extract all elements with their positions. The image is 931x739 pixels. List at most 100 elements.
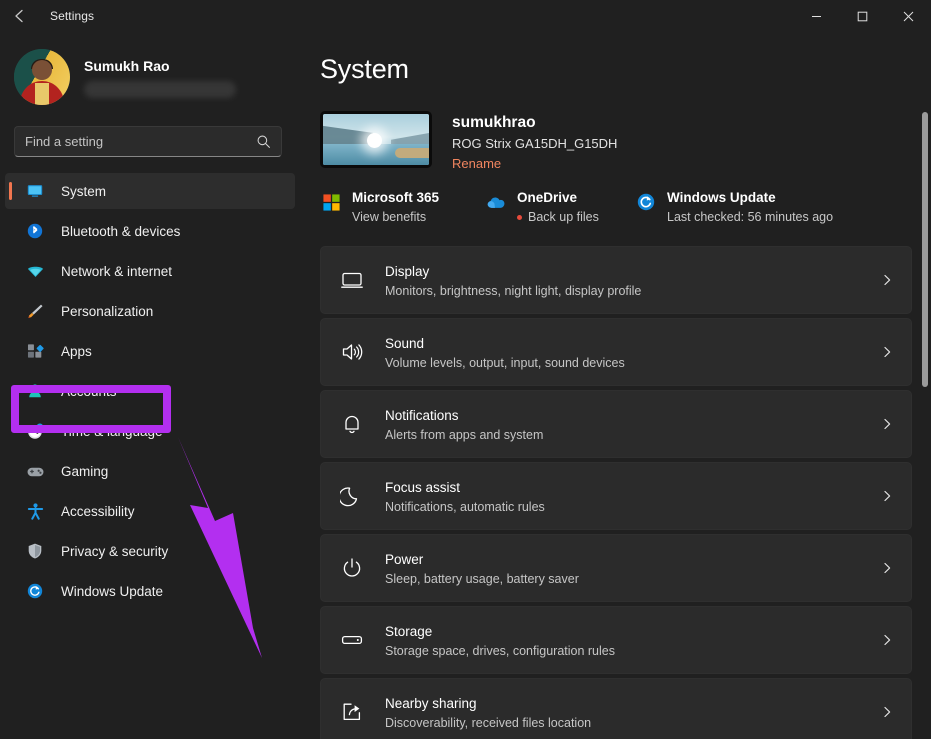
sidebar-item-accessibility[interactable]: Accessibility xyxy=(5,493,295,529)
sidebar-item-label: Bluetooth & devices xyxy=(61,224,180,239)
accessibility-icon xyxy=(25,501,45,521)
quick-link-title: OneDrive xyxy=(517,190,577,205)
settings-card-notifications[interactable]: Notifications Alerts from apps and syste… xyxy=(320,390,912,458)
search-box[interactable] xyxy=(14,126,282,157)
quick-link-subtitle: Back up files xyxy=(517,210,599,224)
quick-link-onedrive[interactable]: OneDrive Back up files xyxy=(485,189,635,224)
settings-card-storage[interactable]: Storage Storage space, drives, configura… xyxy=(320,606,912,674)
close-button[interactable] xyxy=(885,0,931,32)
settings-card-focus-assist[interactable]: Focus assist Notifications, automatic ru… xyxy=(320,462,912,530)
card-subtitle: Alerts from apps and system xyxy=(385,428,881,442)
chevron-right-icon[interactable] xyxy=(881,562,893,574)
main-scrollbar[interactable] xyxy=(917,32,931,739)
settings-card-display[interactable]: Display Monitors, brightness, night ligh… xyxy=(320,246,912,314)
sidebar-item-personalization[interactable]: Personalization xyxy=(5,293,295,329)
settings-card-nearby-sharing[interactable]: Nearby sharing Discoverability, received… xyxy=(320,678,912,739)
sidebar: Sumukh Rao xyxy=(0,32,300,739)
card-subtitle: Volume levels, output, input, sound devi… xyxy=(385,356,881,370)
moon-icon xyxy=(337,481,367,511)
sidebar-item-label: Windows Update xyxy=(61,584,163,599)
sidebar-item-gaming[interactable]: Gaming xyxy=(5,453,295,489)
card-subtitle: Discoverability, received files location xyxy=(385,716,881,730)
card-title: Display xyxy=(385,263,881,281)
shield-icon xyxy=(25,541,45,561)
card-text: Storage Storage space, drives, configura… xyxy=(385,623,881,658)
page-title: System xyxy=(320,54,931,85)
sidebar-item-network-internet[interactable]: Network & internet xyxy=(5,253,295,289)
gamepad-icon xyxy=(25,461,45,481)
sidebar-item-label: System xyxy=(61,184,106,199)
sidebar-item-windows-update[interactable]: Windows Update xyxy=(5,573,295,609)
sidebar-item-privacy-security[interactable]: Privacy & security xyxy=(5,533,295,569)
drive-icon xyxy=(337,625,367,655)
chevron-right-icon[interactable] xyxy=(881,634,893,646)
minimize-icon xyxy=(811,11,822,22)
card-title: Focus assist xyxy=(385,479,881,497)
chevron-right-icon[interactable] xyxy=(881,490,893,502)
sidebar-item-bluetooth-devices[interactable]: Bluetooth & devices xyxy=(5,213,295,249)
card-title: Nearby sharing xyxy=(385,695,881,713)
sidebar-item-time-language[interactable]: Time & language xyxy=(5,413,295,449)
account-block[interactable]: Sumukh Rao xyxy=(0,32,300,104)
paintbrush-icon xyxy=(25,301,45,321)
share-icon xyxy=(337,697,367,727)
sidebar-item-apps[interactable]: Apps xyxy=(5,333,295,369)
update-refresh-icon xyxy=(25,581,45,601)
chevron-right-icon[interactable] xyxy=(881,418,893,430)
quick-link-text: Windows Update Last checked: 56 minutes … xyxy=(667,189,833,224)
speaker-icon xyxy=(337,337,367,367)
window-controls xyxy=(793,0,931,32)
scrollbar-thumb[interactable] xyxy=(922,112,928,387)
maximize-button[interactable] xyxy=(839,0,885,32)
device-name: sumukhrao xyxy=(452,113,617,133)
rename-link[interactable]: Rename xyxy=(452,156,501,171)
settings-cards: Display Monitors, brightness, night ligh… xyxy=(320,246,912,739)
minimize-button[interactable] xyxy=(793,0,839,32)
quick-link-windows-update[interactable]: Windows Update Last checked: 56 minutes … xyxy=(635,189,833,224)
app-title: Settings xyxy=(50,9,94,23)
back-arrow-icon xyxy=(12,8,28,24)
search-input[interactable] xyxy=(25,134,256,149)
card-text: Nearby sharing Discoverability, received… xyxy=(385,695,881,730)
account-email-blurred xyxy=(84,81,236,98)
microsoft-logo-icon xyxy=(320,191,342,213)
quick-link-microsoft-365[interactable]: Microsoft 365 View benefits xyxy=(320,189,485,224)
card-text: Focus assist Notifications, automatic ru… xyxy=(385,479,881,514)
monitor-icon xyxy=(337,265,367,295)
desktop-wallpaper-thumbnail xyxy=(320,111,432,168)
badge-dot-icon xyxy=(517,215,522,220)
search-wrapper xyxy=(14,126,286,157)
sidebar-item-label: Network & internet xyxy=(61,264,172,279)
wifi-icon xyxy=(25,261,45,281)
bluetooth-icon xyxy=(25,221,45,241)
chevron-right-icon[interactable] xyxy=(881,274,893,286)
chevron-right-icon[interactable] xyxy=(881,706,893,718)
settings-card-power[interactable]: Power Sleep, battery usage, battery save… xyxy=(320,534,912,602)
card-text: Sound Volume levels, output, input, soun… xyxy=(385,335,881,370)
card-subtitle: Storage space, drives, configuration rul… xyxy=(385,644,881,658)
sidebar-item-label: Apps xyxy=(61,344,92,359)
back-button[interactable] xyxy=(0,0,40,32)
onedrive-cloud-icon xyxy=(485,191,507,213)
device-model: ROG Strix GA15DH_G15DH xyxy=(452,136,617,151)
system-monitor-icon xyxy=(25,181,45,201)
sidebar-item-accounts[interactable]: Accounts xyxy=(5,373,295,409)
card-title: Notifications xyxy=(385,407,881,425)
sidebar-nav: System Bluetooth & devices xyxy=(0,173,300,609)
quick-links-row: Microsoft 365 View benefits OneDrive Bac… xyxy=(320,189,931,224)
sidebar-item-label: Privacy & security xyxy=(61,544,168,559)
settings-card-sound[interactable]: Sound Volume levels, output, input, soun… xyxy=(320,318,912,386)
power-icon xyxy=(337,553,367,583)
card-text: Display Monitors, brightness, night ligh… xyxy=(385,263,881,298)
chevron-right-icon[interactable] xyxy=(881,346,893,358)
search-icon[interactable] xyxy=(256,134,271,149)
account-name: Sumukh Rao xyxy=(84,57,236,75)
apps-grid-icon xyxy=(25,341,45,361)
close-icon xyxy=(903,11,914,22)
card-text: Notifications Alerts from apps and syste… xyxy=(385,407,881,442)
device-summary: sumukhrao ROG Strix GA15DH_G15DH Rename xyxy=(320,111,931,173)
sidebar-item-label: Accounts xyxy=(61,384,117,399)
card-subtitle: Sleep, battery usage, battery saver xyxy=(385,572,881,586)
bell-icon xyxy=(337,409,367,439)
sidebar-item-system[interactable]: System xyxy=(5,173,295,209)
